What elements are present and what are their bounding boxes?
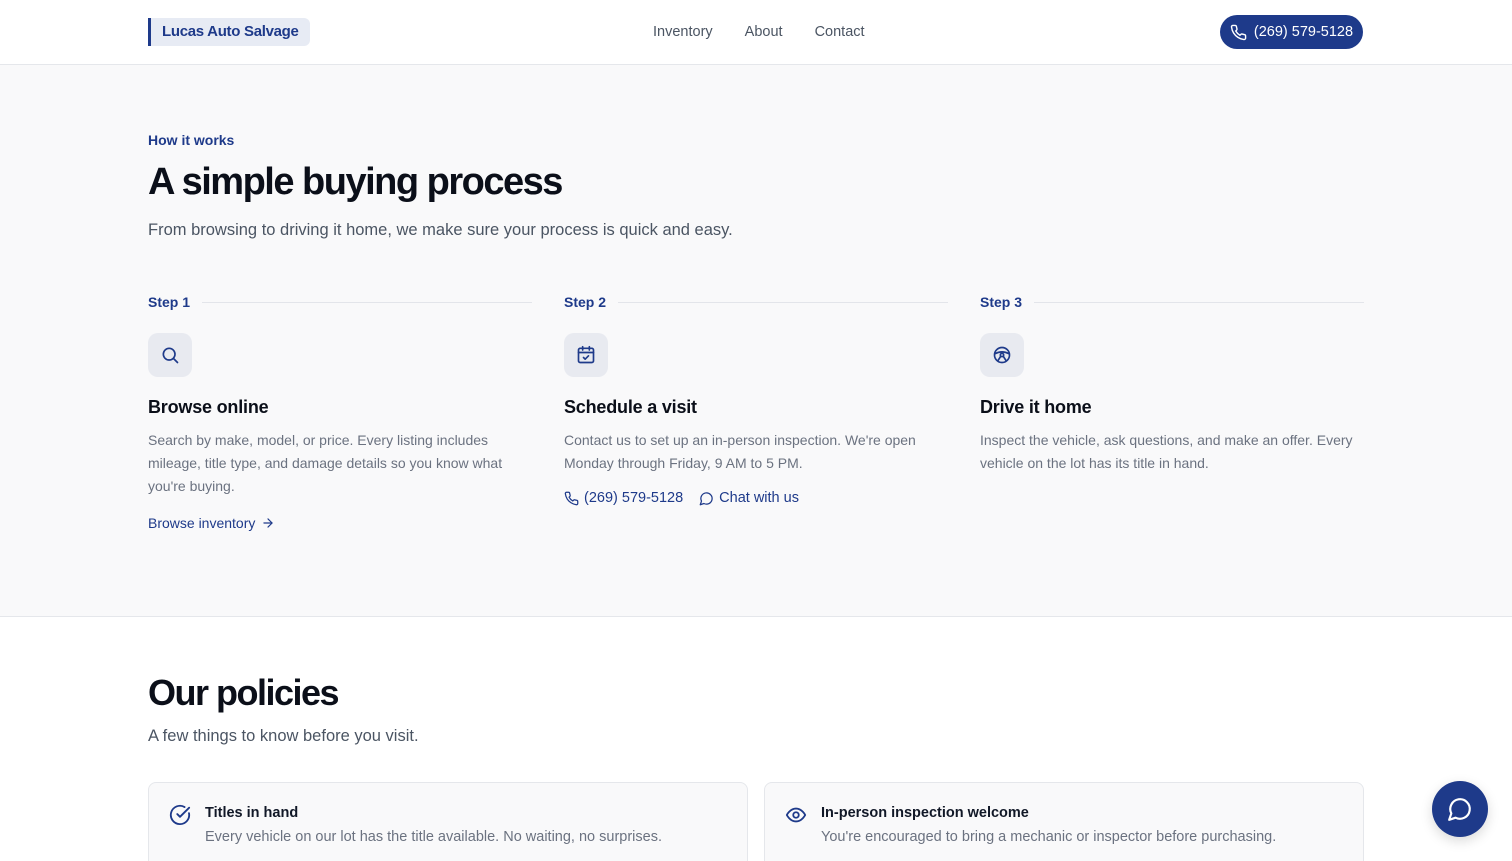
step-title: Drive it home bbox=[980, 397, 1092, 417]
browse-inventory-link[interactable]: Browse inventory bbox=[148, 515, 532, 531]
chat-bubble-icon bbox=[1448, 798, 1471, 821]
logo[interactable]: Lucas Auto Salvage bbox=[148, 18, 310, 46]
chat-fab-button[interactable] bbox=[1432, 781, 1488, 837]
section-title: A simple buying process bbox=[148, 161, 563, 203]
policy-card: In-person inspection welcome You're enco… bbox=[764, 782, 1364, 861]
step-1: Step 1 Browse online Search by make, mod… bbox=[148, 293, 532, 531]
step-icon-box bbox=[564, 333, 608, 377]
phone-link[interactable]: (269) 579-5128 bbox=[564, 490, 683, 506]
calendar-check-icon bbox=[577, 345, 595, 364]
phone-icon bbox=[1230, 24, 1247, 40]
step-3: Step 3 Drive it home Inspect the vehicle… bbox=[980, 293, 1364, 475]
policies-title: Our policies bbox=[148, 672, 340, 713]
section-subtitle: From browsing to driving it home, we mak… bbox=[148, 221, 733, 239]
policy-title: Titles in hand bbox=[205, 805, 299, 821]
steering-wheel-icon bbox=[993, 346, 1011, 364]
step-description: Contact us to set up an in-person inspec… bbox=[564, 432, 916, 471]
search-icon bbox=[162, 347, 179, 364]
call-button[interactable]: (269) 579-5128 bbox=[1220, 15, 1363, 49]
policies-subtitle: A few things to know before you visit. bbox=[148, 727, 419, 745]
policy-card: Titles in hand Every vehicle on our lot … bbox=[148, 782, 748, 861]
chat-link-label: Chat with us bbox=[719, 490, 799, 506]
phone-icon bbox=[564, 491, 579, 505]
nav-about[interactable]: About bbox=[745, 23, 783, 41]
step-label: Step 2 bbox=[564, 294, 607, 310]
policy-description: You're encouraged to bring a mechanic or… bbox=[821, 829, 1277, 845]
phone-link-label: (269) 579-5128 bbox=[584, 490, 684, 506]
policy-description: Every vehicle on our lot has the title a… bbox=[205, 829, 662, 845]
step-description: Search by make, model, or price. Every l… bbox=[148, 432, 503, 494]
step-divider bbox=[1034, 301, 1364, 303]
how-it-works-section: How it works A simple buying process Fro… bbox=[0, 65, 1512, 617]
step-title: Schedule a visit bbox=[564, 397, 697, 417]
nav-inventory[interactable]: Inventory bbox=[653, 23, 713, 41]
step-label: Step 3 bbox=[980, 294, 1023, 310]
site-header: Lucas Auto Salvage Inventory About Conta… bbox=[0, 0, 1512, 65]
chat-bubble-icon bbox=[699, 491, 713, 505]
step-label: Step 1 bbox=[148, 294, 191, 310]
eye-icon bbox=[785, 807, 807, 823]
main-nav: Inventory About Contact bbox=[653, 23, 865, 41]
section-eyebrow: How it works bbox=[148, 132, 235, 148]
step-divider bbox=[202, 301, 532, 303]
step-divider bbox=[618, 301, 948, 303]
arrow-right-icon bbox=[263, 518, 274, 528]
step-header: Step 2 bbox=[564, 293, 948, 311]
contact-options: (269) 579-5128 Chat with us bbox=[564, 490, 948, 506]
step-description: Inspect the vehicle, ask questions, and … bbox=[980, 432, 1353, 471]
chat-link[interactable]: Chat with us bbox=[699, 490, 799, 506]
browse-inventory-label: Browse inventory bbox=[148, 515, 256, 531]
step-2: Step 2 Schedule a visit Contact us to se… bbox=[564, 293, 948, 506]
step-icon-box bbox=[980, 333, 1024, 377]
nav-contact[interactable]: Contact bbox=[815, 23, 865, 41]
check-circle-icon bbox=[169, 804, 191, 825]
step-icon-box bbox=[148, 333, 192, 377]
step-header: Step 1 bbox=[148, 293, 532, 311]
step-title: Browse online bbox=[148, 397, 269, 417]
step-header: Step 3 bbox=[980, 293, 1364, 311]
policy-title: In-person inspection welcome bbox=[821, 805, 1029, 821]
call-button-label: (269) 579-5128 bbox=[1253, 24, 1354, 40]
